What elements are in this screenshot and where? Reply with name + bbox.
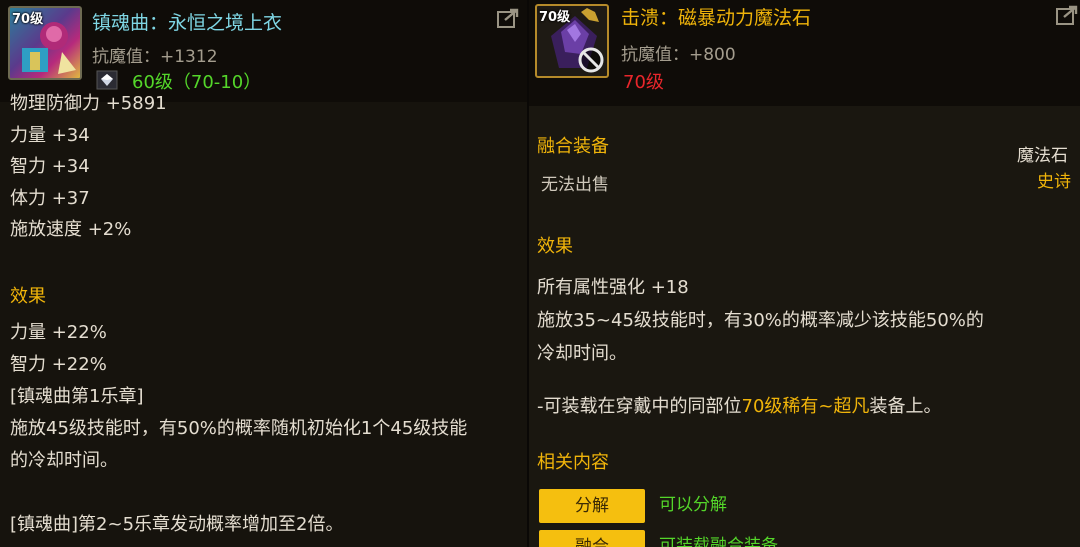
item-level-tag: 70级 [12,12,44,27]
item-name: 镇魂曲：永恒之境上衣 [92,12,283,34]
effect-line: [镇魂曲]第2~5乐章发动概率增加至2倍。 [10,514,344,535]
effect-line: 冷却时间。 [537,343,627,364]
effect-section-title: 效果 [537,236,573,257]
stat-line: 物理防御力 +5891 [10,93,167,114]
right-item-tooltip: 70级 击溃：磁暴动力魔法石 抗魔值：+800 70级 融合装备 魔法石 史诗 … [527,0,1080,547]
magic-stone-item-icon[interactable]: 70级 [535,4,609,78]
unsellable-label: 无法出售 [541,175,609,195]
effect-line: 力量 +22% [10,322,107,343]
effect-line: 智力 +22% [10,354,107,375]
level-requirement: 70级 [623,72,664,93]
item-level-tag: 70级 [539,10,571,25]
stat-line: 智力 +34 [10,156,90,177]
left-tooltip-header: 70级 镇魂曲：永恒之境上衣 抗魔值：+1312 60级（70-10） [0,0,527,102]
effect-line: 施放35~45级技能时，有30%的概率减少该技能50%的 [537,310,984,331]
stat-line: 力量 +34 [10,124,90,146]
stat-list: 物理防御力 +5891 力量 +34 智力 +34 体力 +37 施放速度 +2… [10,93,167,246]
effect-list: 所有属性强化 +18 施放35~45级技能时，有30%的概率减少该技能50%的 … [537,271,984,370]
no-trade-icon [578,47,604,73]
effect-line: 的冷却时间。 [10,450,118,471]
disassemble-desc: 可以分解 [659,495,727,515]
fusion-section-title: 融合装备 [537,136,609,157]
share-icon[interactable] [496,7,520,29]
armor-item-icon[interactable]: 70级 [8,6,82,80]
effect-section-title: 效果 [10,286,46,307]
right-tooltip-header: 70级 击溃：磁暴动力魔法石 抗魔值：+800 70级 [529,0,1080,106]
stat-line: 施放速度 +2% [10,219,132,240]
magic-resist-value: 抗魔值：+1312 [92,47,218,67]
note-highlight: 70级稀有~超凡 [741,396,870,417]
fusion-desc: 可装载融合装备 [659,536,778,547]
note-text: -可装载在穿戴中的同部位 [537,396,742,417]
left-item-tooltip: 70级 镇魂曲：永恒之境上衣 抗魔值：+1312 60级（70-10） 物理防御… [0,0,527,547]
effect-line: [镇魂曲第1乐章] [10,386,144,407]
disassemble-button[interactable]: 分解 [539,489,645,523]
stat-line: 体力 +37 [10,187,90,209]
share-icon[interactable] [1055,4,1079,26]
rarity-label: 史诗 [1037,172,1071,192]
effect-line: 所有属性强化 +18 [537,277,689,298]
item-name: 击溃：磁暴动力魔法石 [621,7,812,29]
effect-line: 施放45级技能时，有50%的概率随机初始化1个45级技能 [10,418,468,439]
related-section-title: 相关内容 [537,452,609,473]
magic-resist-value: 抗魔值：+800 [621,45,736,65]
equip-note: -可装载在穿戴中的同部位70级稀有~超凡装备上。 [537,391,942,423]
gem-icon [96,70,118,90]
effect-line [10,477,467,509]
note-text: 装备上。 [869,396,942,417]
fusion-button[interactable]: 融合 [539,530,645,547]
effect-list: 力量 +22% 智力 +22% [镇魂曲第1乐章] 施放45级技能时，有50%的… [10,317,467,541]
